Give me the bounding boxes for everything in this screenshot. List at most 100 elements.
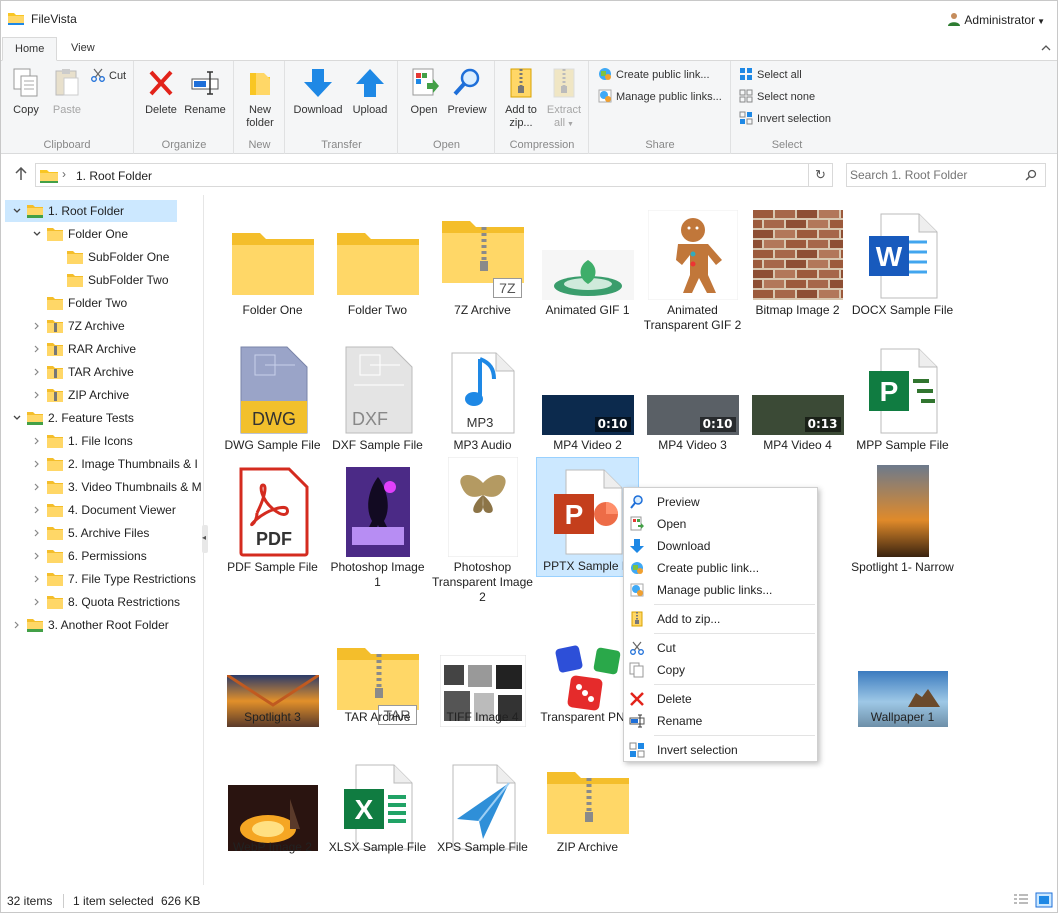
chevron-right-icon[interactable]: [33, 575, 41, 583]
file-tile[interactable]: 0:13 MP4 Video 4: [746, 337, 849, 458]
context-menu-item[interactable]: Preview: [624, 491, 817, 513]
context-menu-item[interactable]: Manage public links...: [624, 579, 817, 601]
chevron-right-icon[interactable]: [33, 368, 41, 376]
context-menu-item[interactable]: Delete: [624, 688, 817, 710]
context-menu-item[interactable]: Cut: [624, 637, 817, 659]
pane-splitter[interactable]: ◂: [202, 195, 208, 885]
select-all-button[interactable]: Select all: [739, 66, 802, 84]
chevron-right-icon[interactable]: [33, 345, 41, 353]
delete-button[interactable]: Delete: [142, 67, 180, 117]
file-tile[interactable]: Bitmap Image 2: [746, 202, 849, 323]
extract-all-button[interactable]: Extract all ▼: [544, 67, 584, 131]
breadcrumb[interactable]: 1. Root Folder: [76, 169, 152, 183]
file-tile[interactable]: TAR TAR Archive: [326, 629, 429, 730]
file-tile[interactable]: DWG DWG Sample File: [221, 337, 324, 458]
file-tile[interactable]: Folder One: [221, 202, 324, 323]
file-tile[interactable]: Photoshop Image 1: [326, 459, 429, 594]
tree-node[interactable]: 3. Another Root Folder: [5, 614, 201, 636]
chevron-right-icon[interactable]: [33, 598, 41, 606]
context-menu-item[interactable]: Invert selection: [624, 739, 817, 761]
chevron-right-icon[interactable]: [13, 621, 21, 629]
tree-node[interactable]: 7Z Archive: [5, 315, 201, 337]
tree-node[interactable]: 4. Document Viewer: [5, 499, 201, 521]
file-tile[interactable]: XPS Sample File: [431, 753, 534, 860]
search-input[interactable]: [847, 164, 1017, 186]
select-none-button[interactable]: Select none: [739, 88, 815, 106]
preview-button[interactable]: Preview: [445, 67, 489, 117]
chevron-down-icon[interactable]: [33, 230, 41, 238]
open-button[interactable]: Open: [405, 67, 443, 117]
file-tile[interactable]: PDF PDF Sample File: [221, 459, 324, 580]
context-menu-item[interactable]: Create public link...: [624, 557, 817, 579]
upload-button[interactable]: Upload: [348, 67, 392, 117]
refresh-button[interactable]: ↻: [809, 163, 833, 187]
tree-node[interactable]: 6. Permissions: [5, 545, 201, 567]
context-menu-item[interactable]: Download: [624, 535, 817, 557]
context-menu-item[interactable]: Copy: [624, 659, 817, 681]
manage-public-links-button[interactable]: Manage public links...: [598, 88, 722, 106]
tree-node[interactable]: 2. Image Thumbnails & I: [5, 453, 201, 475]
rename-button[interactable]: Rename: [183, 67, 227, 117]
file-tile[interactable]: X XLSX Sample File: [326, 753, 429, 860]
file-tile[interactable]: DXF DXF Sample File: [326, 337, 429, 458]
chevron-right-icon[interactable]: [33, 483, 41, 491]
context-menu-item[interactable]: Open: [624, 513, 817, 535]
up-arrow-icon[interactable]: [15, 167, 27, 181]
invert-selection-button[interactable]: Invert selection: [739, 110, 831, 128]
thumbnails-view-icon[interactable]: [1035, 892, 1053, 908]
file-tile[interactable]: Spotlight 3: [221, 629, 324, 730]
chevron-right-icon[interactable]: [33, 437, 41, 445]
collapse-ribbon-icon[interactable]: [1041, 43, 1051, 53]
context-menu-item[interactable]: Rename: [624, 710, 817, 732]
file-tile[interactable]: 0:10 MP4 Video 2: [536, 337, 639, 458]
search-icon[interactable]: [1025, 169, 1037, 181]
copy-button[interactable]: Copy: [7, 67, 45, 117]
file-tile[interactable]: 7Z 7Z Archive: [431, 202, 534, 323]
file-tile[interactable]: P MPP Sample File: [851, 337, 954, 458]
chevron-down-icon[interactable]: [13, 414, 21, 422]
add-to-zip-button[interactable]: Add to zip...: [501, 67, 541, 130]
splitter-grip[interactable]: ◂: [202, 525, 208, 553]
user-menu[interactable]: Administrator ▼: [948, 12, 1045, 27]
tree-node[interactable]: 7. File Type Restrictions: [5, 568, 201, 590]
file-tile[interactable]: ZIP Archive: [536, 753, 639, 860]
address-bar[interactable]: › 1. Root Folder: [35, 163, 809, 187]
chevron-right-icon[interactable]: [33, 322, 41, 330]
tab-view[interactable]: View: [59, 37, 107, 61]
file-tile[interactable]: 0:10 MP4 Video 3: [641, 337, 744, 458]
cut-button[interactable]: Cut: [91, 67, 126, 85]
tree-node[interactable]: 3. Video Thumbnails & M: [5, 476, 201, 498]
tree-node[interactable]: 8. Quota Restrictions: [5, 591, 201, 613]
paste-button[interactable]: Paste: [49, 67, 85, 117]
tree-node[interactable]: 2. Feature Tests: [5, 407, 201, 429]
tree-node[interactable]: Folder One: [5, 223, 201, 245]
tab-home[interactable]: Home: [2, 37, 58, 61]
tree-node[interactable]: 5. Archive Files: [5, 522, 201, 544]
chevron-right-icon[interactable]: [33, 460, 41, 468]
file-tile[interactable]: WebP Image 2: [221, 753, 324, 860]
tree-node[interactable]: ZIP Archive: [5, 384, 201, 406]
file-tile[interactable]: MP3 MP3 Audio: [431, 337, 534, 458]
tree-node[interactable]: TAR Archive: [5, 361, 201, 383]
tree-node[interactable]: SubFolder One: [5, 246, 201, 268]
tree-node[interactable]: SubFolder Two: [5, 269, 201, 291]
file-tile[interactable]: Folder Two: [326, 202, 429, 323]
create-public-link-button[interactable]: Create public link...: [598, 66, 710, 84]
file-tile[interactable]: Wallpaper 1: [851, 629, 954, 730]
chevron-right-icon[interactable]: [33, 552, 41, 560]
chevron-right-icon[interactable]: [33, 391, 41, 399]
tree-node[interactable]: Folder Two: [5, 292, 201, 314]
context-menu-item[interactable]: Add to zip...: [624, 608, 817, 630]
download-button[interactable]: Download: [292, 67, 344, 117]
file-tile[interactable]: W DOCX Sample File: [851, 202, 954, 323]
details-view-icon[interactable]: [1012, 892, 1030, 908]
chevron-right-icon[interactable]: [33, 506, 41, 514]
tree-node[interactable]: RAR Archive: [5, 338, 201, 360]
file-tile[interactable]: Animated Transparent GIF 2: [641, 202, 744, 337]
file-tile[interactable]: Animated GIF 1: [536, 202, 639, 323]
file-tile[interactable]: Spotlight 1- Narrow: [851, 459, 954, 594]
chevron-right-icon[interactable]: [33, 529, 41, 537]
file-tile[interactable]: Photoshop Transparent Image 2: [431, 457, 534, 604]
new-folder-button[interactable]: New folder: [240, 67, 280, 130]
file-tile[interactable]: TIFF Image 4: [431, 629, 534, 730]
